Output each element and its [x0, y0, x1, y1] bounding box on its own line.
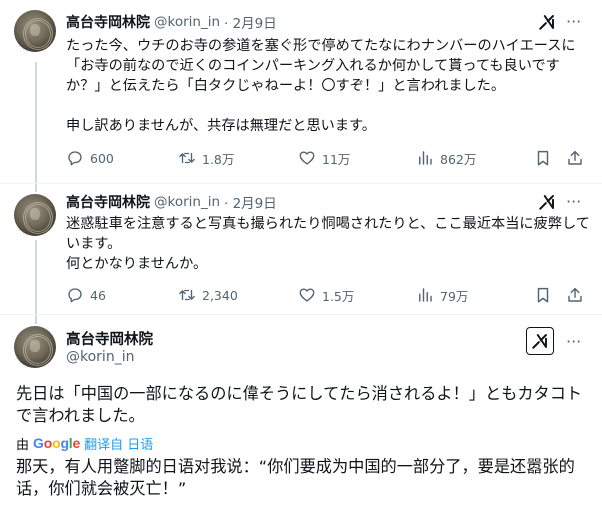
translated-text: 那天，有人用蹩脚的日语对我说：“你们要成为中国的一部分了，要是还嚣张的话，你们就… — [16, 457, 575, 498]
repost-icon — [179, 289, 195, 301]
grok-icon[interactable] — [538, 193, 556, 211]
repost-count: 1.8万 — [202, 151, 235, 167]
like-count: 1.5万 — [322, 288, 355, 304]
heart-icon — [299, 288, 315, 302]
tweet-text: 先日は「中国の一部になるのに偉そうにしてたら消されるよ！」ともカタコトで言われま… — [16, 384, 583, 425]
tweet[interactable]: 高台寺岡林院 @korin_in · 2月9日 ··· たった今、ウチのお寺の参… — [0, 0, 602, 184]
share-button[interactable] — [566, 148, 584, 168]
bookmark-button[interactable] — [534, 285, 552, 305]
main-tweet[interactable]: 高台寺岡林院 @korin_in ··· 先日は「中国の一部になるのに偉そうにし… — [0, 316, 602, 514]
bookmark-icon — [537, 287, 549, 303]
share-icon — [568, 150, 582, 165]
tweet-date[interactable]: · 2月9日 — [224, 12, 277, 32]
grok-icon — [532, 334, 547, 349]
tweet[interactable]: 高台寺岡林院 @korin_in · 2月9日 ··· 迷惑駐車を注意すると写真… — [0, 184, 602, 315]
reply-button[interactable]: 600 — [66, 148, 114, 168]
views-button[interactable]: 862万 — [416, 148, 476, 168]
grok-icon[interactable] — [538, 13, 556, 31]
google-logo: Google — [33, 435, 81, 451]
author-name[interactable]: 高台寺岡林院 — [66, 192, 150, 212]
tweet-actions: 46 2,340 1.5万 79万 — [66, 285, 586, 305]
reply-icon — [68, 288, 82, 303]
translated-from-link[interactable]: 翻译自 日语 — [84, 434, 153, 453]
bookmark-button[interactable] — [534, 148, 552, 168]
author-handle[interactable]: @korin_in — [154, 194, 220, 210]
author-name[interactable]: 高台寺岡林院 — [66, 328, 153, 349]
avatar[interactable] — [14, 194, 56, 236]
reply-icon — [68, 151, 82, 166]
like-count: 11万 — [322, 151, 351, 167]
tweet-text: 迷惑駐車を注意すると写真も撮られたり恫喝されたりと、ここ最近本当に疲弊しています… — [66, 216, 590, 272]
like-button[interactable]: 11万 — [298, 148, 350, 168]
grok-button[interactable] — [526, 327, 554, 355]
avatar[interactable] — [14, 326, 56, 368]
tweet-header: 高台寺岡林院 @korin_in · 2月9日 — [66, 12, 277, 32]
author-handle[interactable]: @korin_in — [66, 349, 134, 365]
reply-count: 600 — [90, 150, 114, 166]
heart-icon — [299, 151, 315, 165]
views-count: 862万 — [440, 151, 477, 167]
bookmark-icon — [537, 150, 549, 166]
views-icon — [419, 151, 432, 165]
share-icon — [568, 287, 582, 302]
author-handle[interactable]: @korin_in — [154, 14, 220, 30]
repost-button[interactable]: 2,340 — [178, 285, 238, 305]
tweet-text: たった今、ウチのお寺の参道を塞ぐ形で停めてたなにわナンバーのハイエースに「お寺の… — [66, 38, 576, 134]
translate-by-label: 由 — [16, 437, 30, 453]
more-icon[interactable]: ··· — [566, 14, 581, 30]
more-icon[interactable]: ··· — [566, 194, 581, 210]
more-icon[interactable]: ··· — [566, 334, 581, 350]
avatar[interactable] — [14, 10, 56, 52]
views-count: 79万 — [440, 288, 469, 304]
tweet-header: 高台寺岡林院 @korin_in · 2月9日 — [66, 192, 277, 212]
share-button[interactable] — [566, 285, 584, 305]
views-button[interactable]: 79万 — [416, 285, 468, 305]
tweet-actions: 600 1.8万 11万 862万 — [66, 148, 586, 168]
views-icon — [419, 288, 432, 302]
repost-button[interactable]: 1.8万 — [178, 148, 234, 168]
reply-button[interactable]: 46 — [66, 285, 106, 305]
repost-count: 2,340 — [202, 287, 238, 303]
like-button[interactable]: 1.5万 — [298, 285, 354, 305]
reply-count: 46 — [90, 287, 106, 303]
repost-icon — [179, 152, 195, 164]
translation-attribution: 由 Google 翻译自 日语 — [16, 434, 153, 453]
author-name[interactable]: 高台寺岡林院 — [66, 12, 150, 32]
tweet-date[interactable]: · 2月9日 — [224, 192, 277, 212]
